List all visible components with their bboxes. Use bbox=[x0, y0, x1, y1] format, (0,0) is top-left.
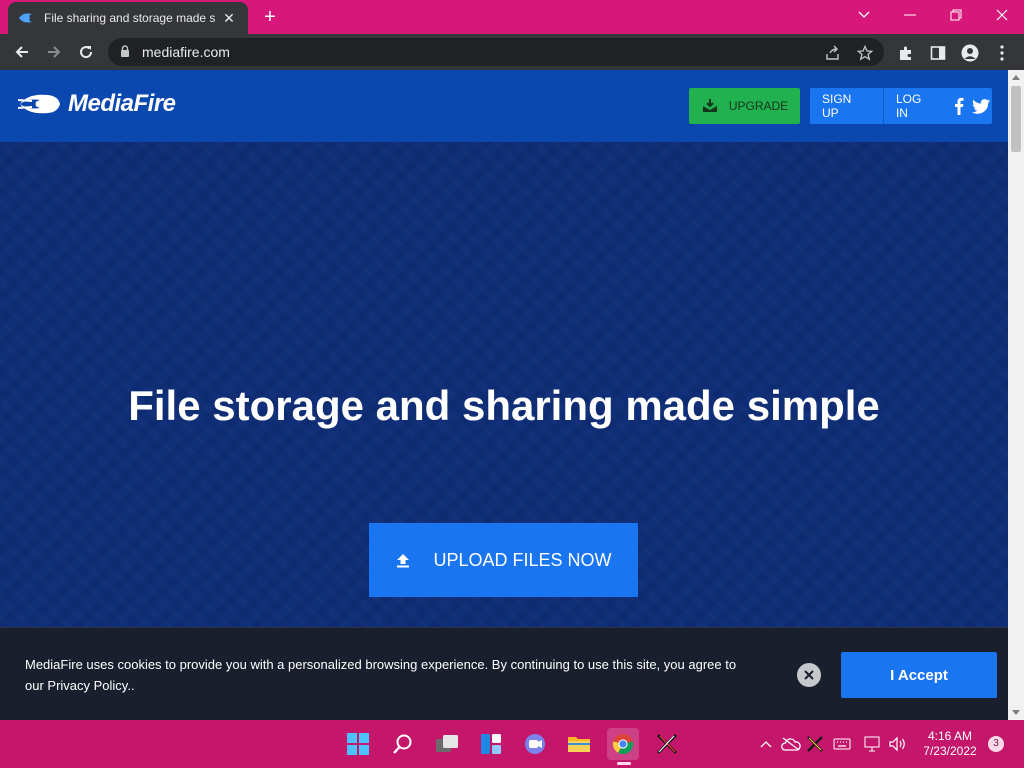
onedrive-icon[interactable] bbox=[779, 732, 803, 756]
accept-cookies-button[interactable]: I Accept bbox=[841, 652, 997, 698]
hero-title: File storage and sharing made simple bbox=[128, 382, 880, 429]
facebook-icon[interactable] bbox=[948, 95, 970, 117]
twitter-icon[interactable] bbox=[970, 95, 992, 117]
upload-arrow-icon bbox=[395, 552, 411, 568]
back-button[interactable] bbox=[8, 38, 36, 66]
extensions-puzzle-icon[interactable] bbox=[895, 42, 917, 64]
cookie-banner: MediaFire uses cookies to provide you wi… bbox=[0, 627, 1008, 720]
tab-search-chevron-icon[interactable] bbox=[841, 0, 887, 30]
notification-badge[interactable]: 3 bbox=[988, 736, 1004, 752]
log-in-link[interactable]: LOG IN bbox=[884, 88, 948, 124]
restore-button[interactable] bbox=[933, 0, 979, 30]
address-bar[interactable]: mediafire.com bbox=[108, 38, 884, 66]
auth-button-group: SIGN UP LOG IN bbox=[810, 88, 992, 124]
cookie-message: MediaFire uses cookies to provide you wi… bbox=[25, 657, 737, 693]
reload-button[interactable] bbox=[72, 38, 100, 66]
close-icon bbox=[804, 670, 814, 680]
url-text[interactable]: mediafire.com bbox=[142, 44, 230, 60]
mediafire-flame-icon bbox=[18, 10, 34, 26]
upload-files-button[interactable]: UPLOAD FILES NOW bbox=[369, 523, 638, 597]
minimize-button[interactable] bbox=[887, 0, 933, 30]
cookie-close-button[interactable] bbox=[797, 663, 821, 687]
lock-icon[interactable] bbox=[120, 45, 130, 63]
windows-taskbar: 4:16 AM 7/23/2022 bbox=[0, 720, 1024, 768]
page-scrollbar[interactable] bbox=[1008, 70, 1024, 720]
teams-chat-icon[interactable] bbox=[519, 728, 551, 760]
tab-title: File sharing and storage made si bbox=[44, 11, 216, 25]
mediafire-logo[interactable]: MediaFire bbox=[18, 90, 176, 118]
mediafire-flame-icon bbox=[18, 94, 60, 114]
profile-avatar-icon[interactable] bbox=[959, 42, 981, 64]
bookmark-star-icon[interactable] bbox=[856, 44, 874, 62]
file-explorer-icon[interactable] bbox=[563, 728, 595, 760]
upgrade-box-icon bbox=[701, 97, 719, 115]
new-tab-button[interactable]: + bbox=[258, 5, 282, 29]
scroll-up-arrow-icon[interactable] bbox=[1012, 75, 1020, 80]
browser-tab[interactable]: File sharing and storage made si ✕ bbox=[8, 2, 248, 34]
task-view-icon[interactable] bbox=[431, 728, 463, 760]
sign-up-link[interactable]: SIGN UP bbox=[810, 88, 883, 124]
start-windows-icon[interactable] bbox=[342, 728, 374, 760]
taskbar-clock[interactable]: 4:16 AM 7/23/2022 bbox=[915, 729, 985, 759]
tab-close-icon[interactable]: ✕ bbox=[220, 10, 238, 27]
scroll-down-arrow-icon[interactable] bbox=[1012, 710, 1020, 715]
forward-button[interactable] bbox=[40, 38, 68, 66]
upgrade-button[interactable]: UPGRADE bbox=[689, 88, 800, 124]
x-tray-icon[interactable] bbox=[804, 732, 826, 756]
volume-icon[interactable] bbox=[887, 732, 909, 756]
widgets-icon[interactable] bbox=[475, 728, 507, 760]
web-page: MediaFire UPGRADE SIGN UP LOG IN File st… bbox=[0, 70, 1008, 720]
browser-tab-strip: File sharing and storage made si ✕ + bbox=[0, 0, 1024, 34]
upload-label: UPLOAD FILES NOW bbox=[433, 549, 612, 570]
network-icon[interactable] bbox=[862, 732, 884, 756]
logo-text: MediaFire bbox=[68, 90, 176, 117]
keyboard-icon[interactable] bbox=[831, 732, 853, 756]
active-app-indicator bbox=[617, 762, 631, 765]
show-hidden-icons-chevron-icon[interactable] bbox=[757, 732, 775, 756]
chrome-icon[interactable] bbox=[607, 728, 639, 760]
x-app-icon[interactable] bbox=[651, 728, 683, 760]
upgrade-label: UPGRADE bbox=[728, 99, 789, 113]
side-panel-icon[interactable] bbox=[927, 42, 949, 64]
search-icon[interactable] bbox=[387, 728, 419, 760]
share-icon[interactable] bbox=[824, 44, 842, 62]
scrollbar-thumb[interactable] bbox=[1011, 86, 1021, 152]
clock-date: 7/23/2022 bbox=[923, 744, 977, 758]
site-header: MediaFire UPGRADE SIGN UP LOG IN bbox=[0, 70, 1008, 142]
browser-menu-icon[interactable] bbox=[991, 42, 1013, 64]
close-window-button[interactable] bbox=[979, 0, 1024, 30]
clock-time: 4:16 AM bbox=[927, 729, 973, 743]
